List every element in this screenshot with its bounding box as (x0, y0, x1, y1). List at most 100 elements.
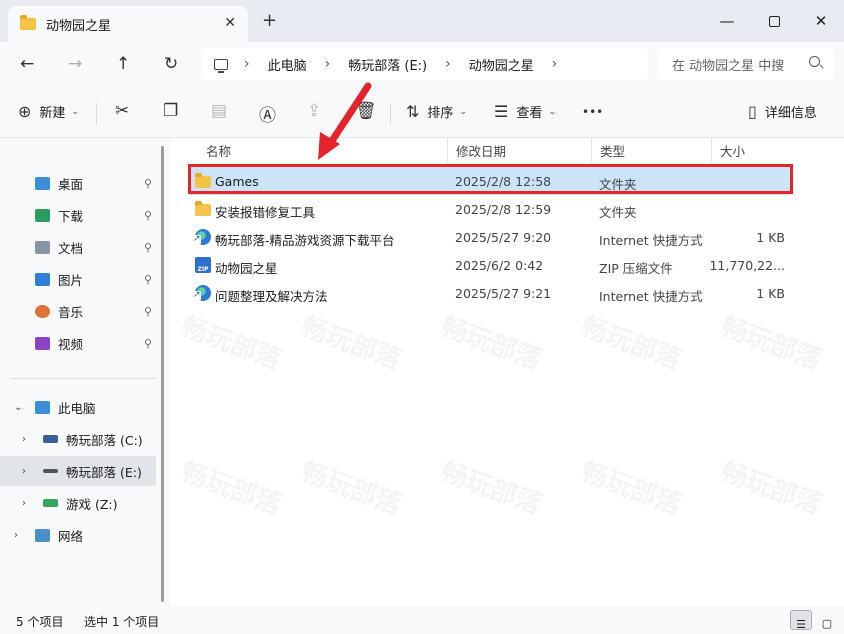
sidebar-item-label: 下载 (58, 208, 84, 224)
breadcrumb-separator[interactable]: › (244, 56, 250, 72)
sidebar-item-drive-c[interactable]: › 畅玩部落 (C:) (0, 424, 156, 454)
tab-active[interactable]: 动物园之星 ✕ (8, 6, 248, 42)
cut-icon[interactable]: ✂ (115, 101, 129, 121)
plus-circle-icon: ⊕ (18, 102, 32, 121)
breadcrumb-drive-e[interactable]: 畅玩部落 (E:) (348, 55, 427, 74)
watermark: 畅玩部落 (437, 456, 546, 521)
folder-icon (20, 15, 36, 30)
up-button[interactable]: ↑ (116, 54, 130, 74)
table-row[interactable]: ZIP 动物园之星 2025/6/2 0:42 ZIP 压缩文件 11,770,… (190, 251, 790, 279)
watermark: 畅玩部落 (437, 311, 546, 376)
copy-icon[interactable]: ❐ (163, 101, 178, 121)
file-list: 名称 修改日期 类型 大小 Games 2025/2/8 12:58 文件夹 安… (170, 138, 844, 606)
details-view-icon: ☰ (796, 618, 806, 631)
table-row[interactable]: 畅玩部落-精品游戏资源下载平台 2025/5/27 9:20 Internet … (190, 223, 790, 251)
forward-button[interactable]: → (68, 54, 82, 74)
view-button[interactable]: ☰ 查看 ⌄ (494, 102, 556, 121)
tab-close-icon[interactable]: ✕ (224, 15, 236, 31)
sidebar-item-label: 文档 (58, 240, 84, 256)
table-row[interactable]: 问题整理及解决方法 2025/5/27 9:21 Internet 快捷方式 1… (190, 279, 790, 307)
toolbar-divider (390, 103, 391, 125)
breadcrumb-this-pc[interactable]: 此电脑 (268, 55, 307, 74)
back-button[interactable]: ← (20, 54, 34, 74)
close-icon: ✕ (814, 12, 828, 30)
pictures-icon (35, 272, 50, 286)
sidebar-scrollbar[interactable] (161, 146, 164, 602)
sidebar-item-network[interactable]: › 网络 (0, 520, 156, 550)
column-header-date[interactable]: 修改日期 (448, 138, 592, 162)
table-row[interactable]: 安装报错修复工具 2025/2/8 12:59 文件夹 (190, 195, 790, 223)
breadcrumb-current-folder[interactable]: 动物园之星 (469, 55, 534, 74)
video-icon (35, 336, 50, 350)
new-button-label: 新建 (39, 106, 66, 121)
chevron-down-icon[interactable]: ⌄ (14, 402, 22, 413)
refresh-button[interactable]: ↻ (164, 54, 178, 74)
sidebar-item-this-pc[interactable]: ⌄ 此电脑 (0, 392, 156, 422)
search-input[interactable]: 在 动物园之星 中搜 (672, 55, 784, 74)
breadcrumb-separator[interactable]: › (325, 56, 331, 72)
close-window-button[interactable]: ✕ (798, 5, 844, 37)
zip-icon: ZIP (195, 257, 211, 273)
file-size: 1 KB (756, 286, 785, 301)
file-date: 2025/2/8 12:59 (455, 202, 552, 217)
tiles-view-button[interactable]: ▢ (816, 610, 838, 630)
details-pane-button[interactable]: ▯ 详细信息 (748, 102, 817, 121)
rename-icon[interactable]: Ⓐ (259, 101, 276, 126)
chevron-right-icon[interactable]: › (22, 498, 26, 509)
chevron-right-icon[interactable]: › (22, 434, 26, 445)
column-header-size[interactable]: 大小 (712, 138, 792, 162)
sidebar-item-downloads[interactable]: 下载 ⚲ (0, 200, 156, 230)
computer-icon[interactable] (214, 58, 228, 73)
column-header-label: 类型 (600, 143, 626, 159)
breadcrumb-separator[interactable]: › (445, 56, 451, 72)
details-view-button[interactable]: ☰ (790, 610, 812, 631)
file-size: 11,770,22... (709, 258, 785, 273)
sidebar-item-videos[interactable]: 视频 ⚲ (0, 328, 156, 358)
pin-icon: ⚲ (143, 208, 152, 222)
chevron-right-icon[interactable]: › (22, 466, 26, 477)
column-header-label: 大小 (720, 143, 746, 159)
pin-icon: ⚲ (143, 272, 152, 286)
file-date: 2025/6/2 0:42 (455, 258, 544, 273)
sidebar-item-label: 视频 (58, 336, 84, 352)
table-row[interactable]: Games 2025/2/8 12:58 文件夹 (190, 167, 790, 195)
sort-button[interactable]: ⇅ 排序 ⌄ (406, 102, 467, 121)
toolbar-divider (96, 103, 97, 125)
watermark: 畅玩部落 (177, 456, 286, 521)
navigation-pane: 桌面 ⚲ 下载 ⚲ 文档 ⚲ 图片 ⚲ 音乐 ⚲ 视频 ⚲ ⌄ 此电脑 › 畅玩… (0, 138, 170, 606)
watermark: 畅玩部落 (717, 456, 826, 521)
file-name: 问题整理及解决方法 (215, 289, 328, 304)
breadcrumb-separator[interactable]: › (552, 56, 558, 72)
paste-icon[interactable]: ▤ (211, 101, 227, 121)
sidebar-item-music[interactable]: 音乐 ⚲ (0, 296, 156, 326)
address-bar[interactable]: › 此电脑 › 畅玩部落 (E:) › 动物园之星 › (202, 48, 648, 80)
file-name: Games (215, 174, 259, 189)
sidebar-item-label: 游戏 (Z:) (66, 496, 118, 512)
watermark: 畅玩部落 (297, 311, 406, 376)
new-button[interactable]: ⊕ 新建 ⌄ (18, 102, 79, 121)
download-icon (35, 208, 50, 222)
new-tab-button[interactable]: + (262, 12, 277, 30)
column-header-type[interactable]: 类型 (592, 138, 712, 162)
chevron-right-icon[interactable]: › (14, 530, 18, 541)
file-date: 2025/5/27 9:21 (455, 286, 552, 301)
pin-icon: ⚲ (143, 336, 152, 350)
sidebar-item-pictures[interactable]: 图片 ⚲ (0, 264, 156, 294)
sidebar-item-drive-z[interactable]: › 游戏 (Z:) (0, 488, 156, 518)
folder-icon (195, 201, 211, 216)
internet-shortcut-icon (193, 285, 211, 301)
file-name: 动物园之星 (215, 261, 278, 276)
tab-title: 动物园之星 (46, 18, 112, 34)
sidebar-item-desktop[interactable]: 桌面 ⚲ (0, 168, 156, 198)
status-bar: 5 个项目 选中 1 个项目 ☰ ▢ (0, 606, 844, 634)
search-box[interactable]: 在 动物园之星 中搜 (658, 48, 834, 80)
watermark: 畅玩部落 (577, 456, 686, 521)
selection-count: 选中 1 个项目 (84, 615, 160, 629)
maximize-button[interactable] (751, 5, 797, 37)
pin-icon: ⚲ (143, 176, 152, 190)
sidebar-item-documents[interactable]: 文档 ⚲ (0, 232, 156, 262)
more-options-button[interactable]: ••• (582, 105, 603, 119)
sidebar-item-drive-e[interactable]: › 畅玩部落 (E:) (0, 456, 156, 486)
drive-icon (43, 435, 58, 443)
minimize-button[interactable]: — (704, 5, 750, 37)
